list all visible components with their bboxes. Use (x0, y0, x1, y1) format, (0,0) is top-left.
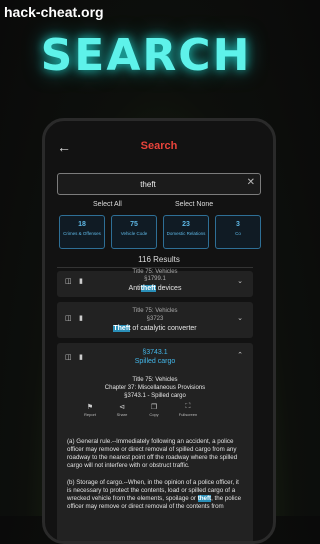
close-icon[interactable]: ✕ (247, 177, 255, 188)
result-title: Title 75: Vehicles (132, 269, 178, 275)
chip-label: Domestic Relations (166, 231, 206, 236)
result-count: 116 Results (138, 255, 180, 264)
select-none-button[interactable]: Select None (175, 201, 213, 208)
report-button[interactable]: ⚑ Report (77, 403, 103, 417)
result-card[interactable]: ◫ ▮ Title 75: Vehicles §3723 Theft of ca… (57, 302, 253, 338)
chip-label: Co (235, 231, 241, 236)
search-field[interactable]: ✕ (57, 173, 261, 195)
result-card[interactable]: ◫ ▮ Title 75: Vehicles §1799.1 Antitheft… (57, 269, 253, 297)
page-title: Search (140, 140, 178, 152)
search-input[interactable] (58, 174, 238, 194)
action-label: Report (83, 412, 96, 417)
search-highlight: theft (140, 285, 156, 292)
chevron-up-icon[interactable]: ⌃ (237, 351, 243, 359)
share-icon: ⊲ (119, 404, 125, 411)
flag-icon: ⚑ (86, 404, 94, 411)
result-heading: Spilled cargo (134, 358, 176, 365)
phone-frame: ← Search ✕ Select All Select None 18 Cri… (42, 118, 276, 544)
chip-label: Crimes & Offenses (63, 231, 101, 236)
divider (57, 267, 253, 268)
chip-count: 23 (182, 221, 190, 228)
watermark-text: hack-cheat.org (4, 4, 104, 20)
action-label: Copy (149, 412, 159, 417)
copy-icon: ❐ (150, 404, 158, 411)
action-label: Fullscreen (178, 412, 198, 417)
fullscreen-icon: ⛶ (185, 403, 191, 410)
result-title: Title 75: Vehicles (132, 308, 178, 314)
result-heading: Antitheft devices (57, 285, 253, 292)
chip-count: 18 (78, 221, 86, 228)
expanded-result-card[interactable]: ◫ ▮ §3743.1 Spilled cargo ⌃ Title 75: Ve… (57, 343, 253, 541)
search-highlight: theft (197, 495, 212, 502)
search-highlight: Theft (113, 325, 131, 332)
heading-text: devices (155, 285, 182, 292)
copy-button[interactable]: ❐ Copy (141, 403, 167, 417)
category-chips: 18 Crimes & Offenses 75 Vehicle Code 23 … (59, 215, 271, 249)
heading-text: of catalytic converter (130, 325, 197, 332)
fullscreen-button[interactable]: ⛶ Fullscreen (175, 403, 201, 417)
paragraph-b: (b) Storage of cargo.--When, in the opin… (67, 479, 245, 511)
meta-section: §3743.1 - Spilled cargo (124, 393, 186, 399)
paragraph-a: (a) General rule.--Immediately following… (67, 438, 238, 469)
chip-partial[interactable]: 3 Co (215, 215, 261, 249)
promo-headline: SEARCH (40, 30, 252, 81)
chip-count: 75 (130, 221, 138, 228)
meta-chapter: Chapter 37: Miscellaneous Provisions (104, 385, 206, 391)
action-label: Share (116, 412, 128, 417)
chip-crimes-offenses[interactable]: 18 Crimes & Offenses (59, 215, 105, 249)
result-section: §3723 (146, 316, 164, 322)
chip-vehicle-code[interactable]: 75 Vehicle Code (111, 215, 157, 249)
chip-domestic-relations[interactable]: 23 Domestic Relations (163, 215, 209, 249)
heading-text: Anti (128, 285, 141, 292)
result-section: §3743.1 (142, 349, 168, 356)
app-bar: ← Search (45, 133, 273, 163)
meta-title: Title 75: Vehicles (132, 377, 178, 383)
chip-count: 3 (236, 221, 240, 228)
chevron-down-icon[interactable]: ⌄ (237, 314, 243, 322)
chip-label: Vehicle Code (120, 231, 148, 236)
chevron-down-icon[interactable]: ⌄ (237, 277, 243, 285)
result-section: §1799.1 (144, 276, 166, 282)
share-button[interactable]: ⊲ Share (109, 403, 135, 417)
select-all-button[interactable]: Select All (93, 201, 122, 208)
result-heading: Theft of catalytic converter (57, 325, 253, 332)
